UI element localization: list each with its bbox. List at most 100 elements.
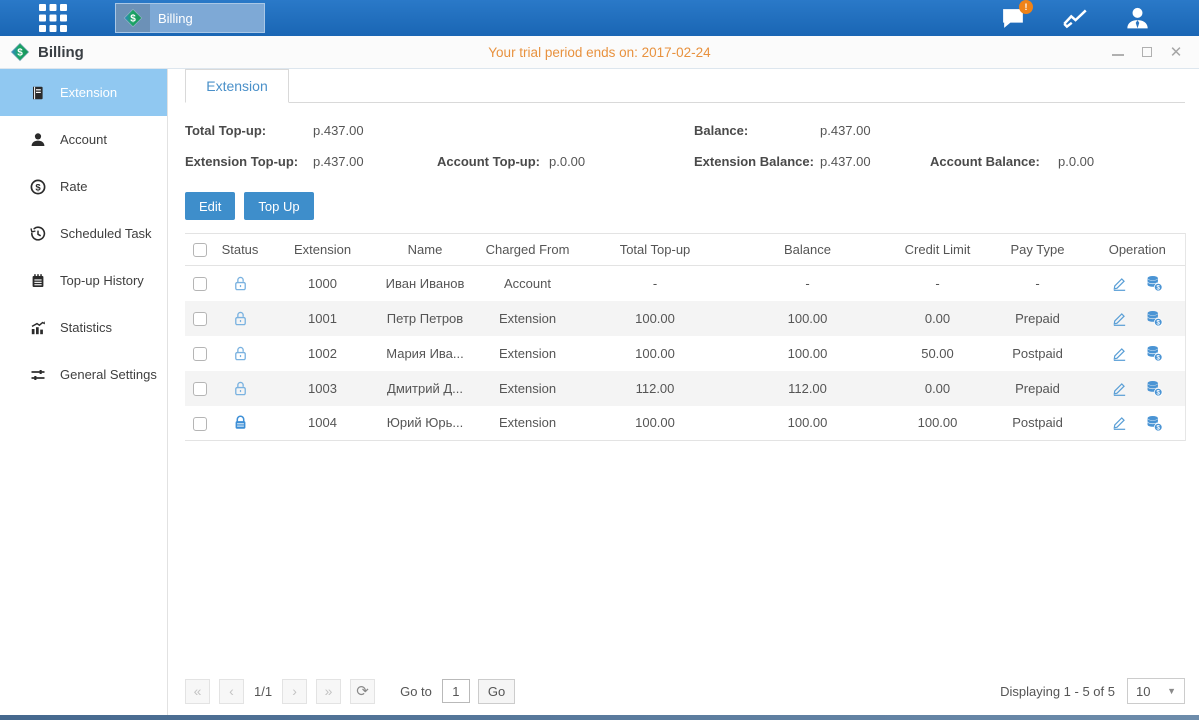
select-all-checkbox[interactable]	[193, 243, 207, 257]
next-page-button[interactable]: ›	[282, 679, 307, 704]
row-checkbox[interactable]	[193, 347, 207, 361]
extension-balance-value: p.437.00	[820, 154, 871, 169]
total-topup-cell: -	[585, 266, 725, 301]
sidebar-item-label: Account	[60, 132, 107, 147]
page-size-value: 10	[1136, 684, 1150, 699]
sidebar-item-scheduled-task[interactable]: Scheduled Task	[0, 210, 167, 257]
balance-cell: 112.00	[725, 371, 890, 406]
extension-topup-value: p.437.00	[313, 154, 364, 169]
edit-button[interactable]: Edit	[185, 192, 235, 220]
unlock-icon[interactable]	[232, 275, 249, 292]
maximize-button[interactable]	[1140, 45, 1154, 59]
edit-icon[interactable]	[1111, 379, 1129, 397]
row-checkbox[interactable]	[193, 312, 207, 326]
scheduled-task-icon	[30, 225, 47, 242]
app-launcher-grid-icon[interactable]	[38, 3, 68, 33]
taskbar-tab-billing[interactable]: $ Billing	[115, 3, 265, 33]
total-topup-value: p.437.00	[313, 123, 364, 138]
minimize-button[interactable]	[1111, 45, 1125, 59]
balance-value: p.437.00	[820, 123, 871, 138]
svg-text:$: $	[1157, 354, 1161, 361]
balance-cell: -	[725, 266, 890, 301]
sidebar-item-statistics[interactable]: Statistics	[0, 304, 167, 351]
credit-limit-cell: -	[890, 266, 985, 301]
balance-cell: 100.00	[725, 406, 890, 441]
top-up-button[interactable]: Top Up	[244, 192, 313, 220]
charged-from-cell: Extension	[470, 301, 585, 336]
column-header: Name	[380, 234, 470, 266]
sidebar-item-rate[interactable]: $ Rate	[0, 163, 167, 210]
total-topup-label: Total Top-up:	[185, 123, 313, 138]
desktop-topbar: $ Billing !	[0, 0, 1199, 36]
billing-diamond-icon: $	[116, 4, 150, 32]
go-button[interactable]: Go	[478, 679, 515, 704]
table-header-row: StatusExtensionNameCharged FromTotal Top…	[185, 234, 1185, 266]
sidebar-item-general-settings[interactable]: General Settings	[0, 351, 167, 398]
refresh-icon[interactable]: ⟳	[350, 679, 375, 704]
account-topup-value: p.0.00	[549, 154, 585, 169]
name-cell: Мария Ива...	[380, 336, 470, 371]
chevron-down-icon: ▼	[1167, 686, 1176, 696]
top-up-coins-icon[interactable]: $	[1145, 344, 1163, 362]
edit-icon[interactable]	[1111, 309, 1129, 327]
top-up-coins-icon[interactable]: $	[1145, 379, 1163, 397]
unlock-icon[interactable]	[232, 310, 249, 327]
sidebar: Extension Account $ Rate Scheduled Task Top-u…	[0, 69, 168, 715]
first-page-button[interactable]: «	[185, 679, 210, 704]
select-all-checkbox-cell	[185, 234, 215, 266]
extension-cell: 1004	[265, 406, 380, 441]
extension-cell: 1000	[265, 266, 380, 301]
top-up-coins-icon[interactable]: $	[1145, 274, 1163, 292]
sidebar-item-label: Scheduled Task	[60, 226, 152, 241]
page-size-select[interactable]: 10 ▼	[1127, 678, 1185, 704]
sidebar-item-label: General Settings	[60, 367, 157, 382]
edit-icon[interactable]	[1111, 414, 1129, 432]
top-up-coins-icon[interactable]: $	[1145, 309, 1163, 327]
sidebar-item-extension[interactable]: Extension	[0, 69, 167, 116]
svg-text:$: $	[1157, 424, 1161, 431]
pay-type-cell: -	[985, 266, 1090, 301]
svg-text:$: $	[130, 14, 136, 25]
monitor-chart-icon[interactable]	[1061, 4, 1089, 32]
user-account-icon[interactable]	[1123, 4, 1151, 32]
table-row: 1004Юрий Юрь...Extension100.00100.00100.…	[185, 406, 1185, 441]
balance-cell: 100.00	[725, 301, 890, 336]
billing-summary: Total Top-up: p.437.00 Balance: p.437.00…	[185, 115, 1185, 177]
statistics-icon	[30, 319, 47, 336]
svg-text:$: $	[1157, 285, 1161, 292]
extension-cell: 1002	[265, 336, 380, 371]
account-icon	[30, 131, 47, 148]
tab-extension[interactable]: Extension	[185, 69, 289, 103]
close-button[interactable]: ✕	[1169, 45, 1183, 59]
sidebar-item-label: Extension	[60, 85, 117, 100]
sidebar-item-label: Rate	[60, 179, 87, 194]
edit-icon[interactable]	[1111, 274, 1129, 292]
unlock-icon[interactable]	[232, 345, 249, 362]
trial-notice: Your trial period ends on: 2017-02-24	[0, 45, 1199, 60]
extension-icon	[30, 84, 47, 101]
row-checkbox[interactable]	[193, 417, 207, 431]
prev-page-button[interactable]: ‹	[219, 679, 244, 704]
top-up-coins-icon[interactable]: $	[1145, 414, 1163, 432]
rate-icon: $	[30, 178, 47, 195]
row-checkbox[interactable]	[193, 382, 207, 396]
goto-page-input[interactable]	[442, 679, 470, 703]
page-indicator: 1/1	[254, 684, 272, 699]
credit-limit-cell: 100.00	[890, 406, 985, 441]
column-header: Status	[215, 234, 265, 266]
tab-strip: Extension	[185, 69, 1185, 103]
messages-icon[interactable]: !	[999, 4, 1027, 32]
last-page-button[interactable]: »	[316, 679, 341, 704]
lock-icon[interactable]	[232, 414, 249, 431]
total-topup-cell: 100.00	[585, 301, 725, 336]
edit-icon[interactable]	[1111, 344, 1129, 362]
unlock-icon[interactable]	[232, 380, 249, 397]
sidebar-item-topup-history[interactable]: Top-up History	[0, 257, 167, 304]
goto-label: Go to	[400, 684, 432, 699]
credit-limit-cell: 0.00	[890, 301, 985, 336]
charged-from-cell: Extension	[470, 336, 585, 371]
name-cell: Иван Иванов	[380, 266, 470, 301]
pagination-bar: « ‹ 1/1 › » ⟳ Go to Go Displaying 1 - 5 …	[185, 667, 1185, 715]
sidebar-item-account[interactable]: Account	[0, 116, 167, 163]
row-checkbox[interactable]	[193, 277, 207, 291]
